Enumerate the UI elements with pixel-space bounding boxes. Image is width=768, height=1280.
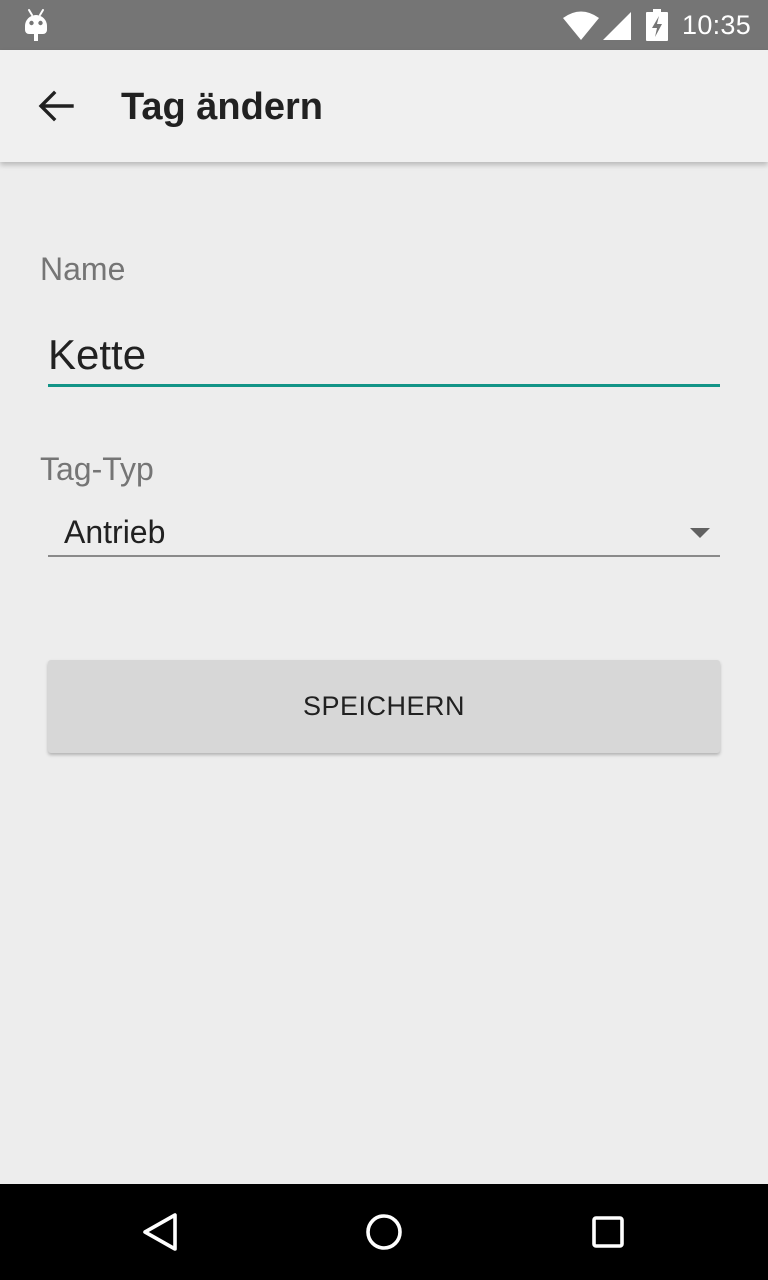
- nav-home-button[interactable]: [352, 1200, 416, 1264]
- nav-recents-icon: [592, 1216, 624, 1248]
- android-icon: [25, 9, 47, 41]
- wifi-icon: [563, 11, 599, 40]
- nav-back-button[interactable]: [128, 1200, 192, 1264]
- tag-type-label: Tag-Typ: [40, 451, 154, 487]
- name-input[interactable]: [48, 325, 720, 387]
- signal-icon: [603, 12, 631, 40]
- chevron-down-icon: [690, 528, 710, 538]
- name-label: Name: [40, 251, 126, 287]
- nav-home-icon: [366, 1214, 402, 1250]
- battery-charging-icon: [646, 9, 668, 41]
- screen: 10:35 Tag ändern Name Tag-Typ Antrieb SP…: [0, 0, 768, 1280]
- save-button[interactable]: SPEICHERN: [48, 660, 720, 753]
- status-bar: 10:35: [0, 0, 768, 50]
- tag-type-dropdown[interactable]: Antrieb: [48, 505, 720, 557]
- tag-type-selected: Antrieb: [64, 514, 166, 550]
- arrow-back-icon: [38, 90, 74, 122]
- system-nav-bar: [0, 1184, 768, 1280]
- back-button[interactable]: [24, 74, 88, 138]
- status-clock: 10:35: [682, 10, 752, 40]
- nav-back-icon: [143, 1213, 177, 1251]
- nav-recents-button[interactable]: [576, 1200, 640, 1264]
- app-toolbar: Tag ändern: [0, 50, 768, 162]
- page-title: Tag ändern: [121, 86, 323, 128]
